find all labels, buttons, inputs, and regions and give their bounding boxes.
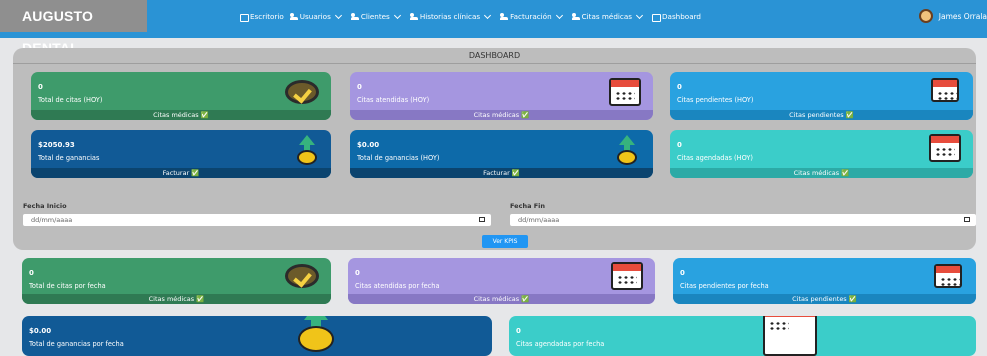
kpi-card-citas-pendientes[interactable]: 0 Citas pendientes (HOY) Citas pendiente… [670, 72, 973, 120]
brand-logo[interactable]: AUGUSTO DENTAL [0, 0, 147, 56]
end-date-input[interactable]: dd/mm/aaaa [510, 214, 976, 226]
kpi-card-ganancias-hoy[interactable]: $0.00 Total de ganancias (HOY) Facturar … [350, 130, 653, 178]
calendar-tooth-icon [929, 134, 961, 162]
end-date-label: Fecha Fin [510, 202, 546, 210]
nav-usuarios[interactable]: Usuarios [289, 11, 345, 21]
users-icon [500, 13, 509, 20]
chevron-down-icon [393, 11, 401, 19]
calendar-icon[interactable] [479, 217, 485, 222]
kpi-card-citas-por-fecha[interactable]: 0 Total de citas por fecha Citas médicas… [22, 258, 331, 304]
start-date-label: Fecha Inicio [23, 202, 67, 210]
nav-clientes[interactable]: Clientes [350, 11, 404, 21]
nav-escritorio[interactable]: Escritorio [240, 12, 284, 22]
home-icon [240, 13, 249, 22]
nav-dashboard[interactable]: Dashboard [652, 12, 701, 22]
avatar [918, 9, 933, 23]
ver-kpis-button[interactable]: Ver KPIS [482, 235, 528, 248]
users-icon [350, 13, 359, 20]
kpi-card-atendidas-por-fecha[interactable]: 0 Citas atendidas por fecha Citas médica… [348, 258, 655, 304]
calendar-tooth-icon [611, 262, 643, 290]
money-up-icon [290, 316, 342, 352]
user-menu[interactable]: James Orrala [918, 9, 987, 23]
money-up-icon [293, 135, 321, 165]
kpi-card-total-ganancias[interactable]: $2050.93 Total de ganancias Facturar ✅ [31, 130, 331, 178]
main-nav: Escritorio Usuarios Clientes Historias c… [240, 0, 707, 38]
top-navbar: AUGUSTO DENTAL Escritorio Usuarios Clien… [0, 0, 987, 56]
calendar-tooth-icon [763, 316, 817, 356]
kpi-card-agendadas-por-fecha[interactable]: 0 Citas agendadas por fecha [509, 316, 976, 356]
check-circle-icon [285, 80, 319, 104]
panel-title: DASHBOARD [13, 48, 976, 64]
nav-citas[interactable]: Citas médicas [571, 11, 646, 21]
users-icon [571, 13, 580, 20]
chevron-down-icon [334, 11, 342, 19]
kpi-card-total-citas[interactable]: 0 Total de citas (HOY) Citas médicas ✅ [31, 72, 331, 120]
kpi-card-pendientes-por-fecha[interactable]: 0 Citas pendientes por fecha Citas pendi… [673, 258, 976, 304]
users-icon [409, 13, 418, 20]
calendar-pending-icon [934, 264, 962, 288]
money-bag-icon [613, 135, 641, 165]
home-icon [652, 13, 661, 22]
calendar-icon[interactable] [964, 217, 970, 222]
chevron-down-icon [635, 11, 644, 19]
check-circle-icon [285, 264, 319, 288]
chevron-down-icon [484, 11, 492, 19]
chevron-down-icon [555, 11, 563, 19]
nav-facturacion[interactable]: Facturación [500, 11, 565, 21]
start-date-input[interactable]: dd/mm/aaaa [23, 214, 491, 226]
kpi-card-citas-agendadas[interactable]: 0 Citas agendadas (HOY) Citas médicas ✅ [670, 130, 973, 178]
nav-historias[interactable]: Historias clínicas [409, 11, 494, 21]
users-icon [289, 13, 298, 20]
calendar-pending-icon [931, 78, 959, 102]
calendar-tooth-icon [609, 78, 641, 106]
kpi-card-citas-atendidas[interactable]: 0 Citas atendidas (HOY) Citas médicas ✅ [350, 72, 653, 120]
kpi-card-ganancias-por-fecha[interactable]: $0.00 Total de ganancias por fecha [22, 316, 492, 356]
